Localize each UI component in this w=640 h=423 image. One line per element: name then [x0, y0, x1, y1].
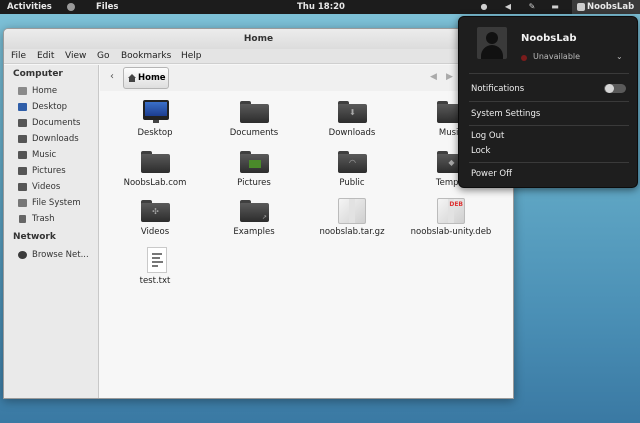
- sidebar-item-browse-network[interactable]: Browse Net...: [16, 248, 98, 262]
- sidebar-item-file-system[interactable]: File System: [16, 196, 98, 210]
- menu-item-system-settings[interactable]: System Settings: [471, 109, 540, 119]
- folder-icon: [18, 151, 27, 159]
- accessibility-icon[interactable]: ●: [478, 1, 490, 13]
- menu-bookmarks[interactable]: Bookmarks: [121, 50, 171, 63]
- file-item-downloads[interactable]: ⬇ Downloads: [307, 97, 397, 142]
- file-view: Desktop Documents ⬇ Downloads Music Noob…: [100, 91, 513, 398]
- avatar[interactable]: [477, 27, 507, 59]
- deb-package-icon: DEB: [437, 198, 465, 224]
- status-selector[interactable]: Unavailable: [533, 52, 580, 61]
- notifications-label: Notifications: [471, 84, 525, 94]
- battery-icon[interactable]: ▬: [549, 1, 561, 13]
- folder-icon: [18, 119, 27, 127]
- menu-bar: File Edit View Go Bookmarks Help: [4, 49, 513, 64]
- history-forward-icon[interactable]: ▶: [446, 72, 453, 82]
- file-item-documents[interactable]: Documents: [209, 97, 299, 142]
- file-item-tar-gz[interactable]: noobslab.tar.gz: [307, 196, 397, 241]
- home-icon: [18, 87, 27, 95]
- archive-icon: [338, 198, 366, 224]
- file-item-test-txt[interactable]: test.txt: [110, 245, 200, 290]
- trash-icon: [19, 215, 26, 223]
- user-menu-button[interactable]: NoobsLab: [587, 1, 634, 13]
- folder-icon: [18, 167, 27, 175]
- status-dot-icon: [521, 55, 527, 61]
- sidebar: Computer Home Desktop Documents Download…: [4, 65, 99, 398]
- sidebar-item-desktop[interactable]: Desktop: [16, 100, 98, 114]
- menu-item-log-out[interactable]: Log Out: [471, 131, 504, 141]
- menu-view[interactable]: View: [65, 50, 86, 63]
- folder-icon: [141, 151, 170, 173]
- separator: [469, 125, 629, 126]
- folder-link-icon: ↗: [240, 200, 269, 222]
- user-name: NoobsLab: [521, 33, 577, 44]
- files-window: Home File Edit View Go Bookmarks Help Co…: [3, 28, 514, 399]
- activities-button[interactable]: Activities: [7, 1, 52, 13]
- back-chevron-icon[interactable]: ‹: [110, 71, 114, 82]
- menu-help[interactable]: Help: [181, 50, 202, 63]
- sidebar-item-home[interactable]: Home: [16, 84, 98, 98]
- file-item-noobslab-com[interactable]: NoobsLab.com: [110, 147, 200, 192]
- file-item-desktop[interactable]: Desktop: [110, 97, 200, 142]
- folder-icon: [18, 183, 27, 191]
- notifications-toggle[interactable]: [604, 84, 626, 93]
- drive-icon: [18, 199, 27, 207]
- volume-icon[interactable]: ◀: [502, 1, 514, 13]
- separator: [469, 73, 629, 74]
- menu-item-power-off[interactable]: Power Off: [471, 169, 512, 179]
- monitor-icon: [143, 100, 169, 123]
- window-title[interactable]: Home: [4, 29, 513, 49]
- downloads-folder-icon: ⬇: [338, 101, 367, 123]
- text-file-icon: [147, 247, 167, 273]
- sidebar-item-videos[interactable]: Videos: [16, 180, 98, 194]
- user-status-icon: [577, 3, 585, 11]
- app-menu-files[interactable]: Files: [96, 1, 118, 13]
- file-item-examples[interactable]: ↗ Examples: [209, 196, 299, 241]
- user-menu: NoobsLab Unavailable ⌄ Notifications Sys…: [458, 16, 638, 188]
- home-icon: [128, 74, 136, 82]
- videos-folder-icon: ✣: [141, 200, 170, 222]
- pictures-folder-icon: [240, 151, 269, 173]
- network-globe-icon: [18, 251, 27, 259]
- sidebar-item-music[interactable]: Music: [16, 148, 98, 162]
- sidebar-item-trash[interactable]: Trash: [16, 212, 98, 226]
- file-item-videos[interactable]: ✣ Videos: [110, 196, 200, 241]
- history-back-icon[interactable]: ◀: [430, 72, 437, 82]
- chevron-down-icon[interactable]: ⌄: [616, 52, 623, 61]
- menu-file[interactable]: File: [11, 50, 26, 63]
- menu-go[interactable]: Go: [97, 50, 109, 63]
- desktop-icon: [18, 103, 27, 111]
- menu-item-lock[interactable]: Lock: [471, 146, 490, 156]
- public-folder-icon: ◠: [338, 151, 367, 173]
- separator: [469, 101, 629, 102]
- path-toolbar: ‹ Home ◀ ▶: [100, 65, 513, 91]
- pen-icon[interactable]: ✎: [526, 1, 538, 13]
- sidebar-heading-computer: Computer: [13, 69, 63, 79]
- files-app-icon: [67, 3, 75, 11]
- sidebar-item-downloads[interactable]: Downloads: [16, 132, 98, 146]
- sidebar-item-pictures[interactable]: Pictures: [16, 164, 98, 178]
- menu-edit[interactable]: Edit: [37, 50, 54, 63]
- folder-icon: [240, 101, 269, 123]
- breadcrumb-home[interactable]: Home: [123, 67, 169, 89]
- sidebar-heading-network: Network: [13, 232, 56, 242]
- separator: [469, 162, 629, 163]
- file-item-public[interactable]: ◠ Public: [307, 147, 397, 192]
- folder-icon: [18, 135, 27, 143]
- clock[interactable]: Thu 18:20: [297, 1, 345, 13]
- file-item-deb[interactable]: DEB noobslab-unity.deb: [406, 196, 496, 241]
- file-item-pictures[interactable]: Pictures: [209, 147, 299, 192]
- top-bar: Activities Files Thu 18:20 ● ◀ ✎ ▬ Noobs…: [0, 0, 640, 14]
- sidebar-item-documents[interactable]: Documents: [16, 116, 98, 130]
